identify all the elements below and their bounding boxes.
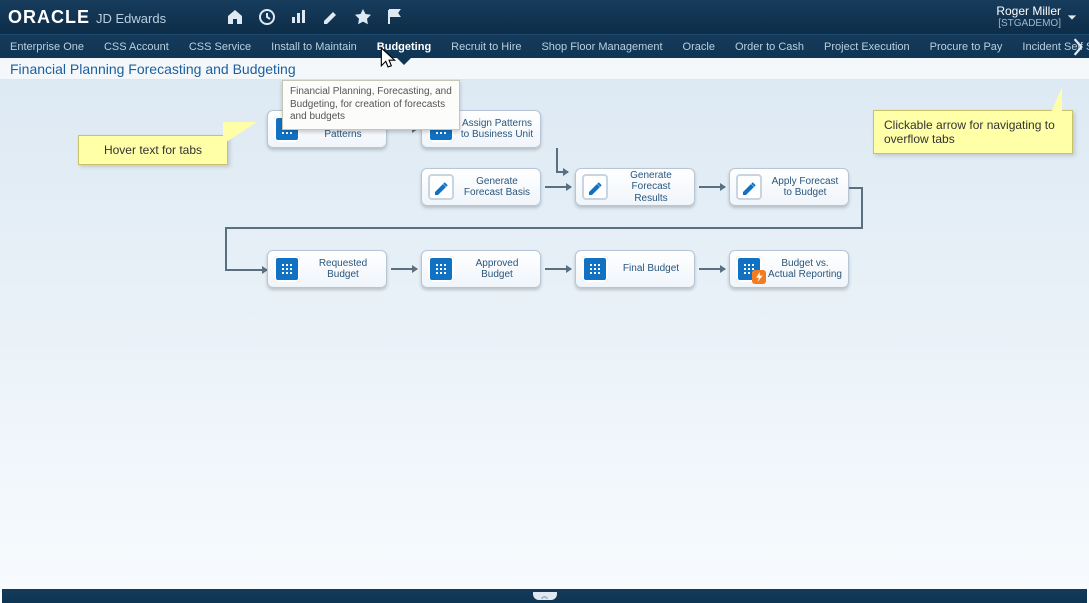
- tab-order-to-cash[interactable]: Order to Cash: [725, 35, 814, 58]
- node-label: Budget vs. Actual Reporting: [768, 258, 842, 281]
- header-icon-row: [226, 8, 404, 26]
- star-icon[interactable]: [354, 8, 372, 26]
- node-budget-vs-actual[interactable]: Budget vs. Actual Reporting: [729, 250, 849, 288]
- arrow-icon: [545, 268, 571, 270]
- user-menu[interactable]: Roger Miller [STGADEMO]: [996, 5, 1081, 29]
- nav-tabs: Enterprise OneCSS AccountCSS ServiceInst…: [0, 34, 1089, 58]
- callout-hover-text: Hover text for tabs: [78, 135, 228, 165]
- node-requested-budget[interactable]: Requested Budget: [267, 250, 387, 288]
- page-title-bar: Financial Planning Forecasting and Budge…: [0, 58, 1089, 80]
- process-row-2: Generate Forecast Basis Generate Forecas…: [421, 168, 849, 206]
- tab-enterprise-one[interactable]: Enterprise One: [0, 35, 94, 58]
- grid-icon: [428, 256, 454, 282]
- grid-icon: [274, 256, 300, 282]
- pencil-icon: [582, 174, 608, 200]
- tab-css-service[interactable]: CSS Service: [179, 35, 261, 58]
- caret-down-icon: [1067, 14, 1077, 21]
- process-canvas: Financial Planning, Forecasting, and Bud…: [0, 80, 1089, 589]
- arrow-icon: [391, 268, 417, 270]
- bolt-icon: [752, 270, 766, 284]
- edit-icon[interactable]: [322, 8, 340, 26]
- pencil-icon: [736, 174, 762, 200]
- node-generate-forecast-results[interactable]: Generate Forecast Results: [575, 168, 695, 206]
- node-final-budget[interactable]: Final Budget: [575, 250, 695, 288]
- tab-recruit-to-hire[interactable]: Recruit to Hire: [441, 35, 531, 58]
- page-title: Financial Planning Forecasting and Budge…: [10, 61, 296, 77]
- connector-line: [861, 187, 863, 229]
- node-label: Generate Forecast Basis: [460, 176, 534, 199]
- connector-line: [225, 227, 863, 229]
- user-name: Roger Miller: [996, 4, 1061, 18]
- brand-sub: JD Edwards: [96, 11, 166, 26]
- connector-line: [225, 227, 227, 269]
- tab-budgeting[interactable]: Budgeting: [367, 35, 441, 58]
- tab-shop-floor-management[interactable]: Shop Floor Management: [531, 35, 672, 58]
- expand-handle[interactable]: ︽: [533, 592, 557, 600]
- node-apply-forecast-budget[interactable]: Apply Forecast to Budget: [729, 168, 849, 206]
- tab-procure-to-pay[interactable]: Procure to Pay: [920, 35, 1013, 58]
- node-approved-budget[interactable]: Approved Budget: [421, 250, 541, 288]
- footer-bar: ︽: [2, 589, 1087, 603]
- arrow-icon: [545, 186, 571, 188]
- pencil-icon: [428, 174, 454, 200]
- arrow-icon: [699, 268, 725, 270]
- connector-line: [225, 269, 267, 271]
- node-generate-forecast-basis[interactable]: Generate Forecast Basis: [421, 168, 541, 206]
- tab-tooltip: Financial Planning, Forecasting, and Bud…: [282, 80, 460, 130]
- node-label: Assign Patterns to Business Unit: [460, 118, 534, 141]
- tab-project-execution[interactable]: Project Execution: [814, 35, 920, 58]
- node-label: Apply Forecast to Budget: [768, 176, 842, 199]
- tab-oracle[interactable]: Oracle: [673, 35, 725, 58]
- brand: ORACLE JD Edwards: [8, 7, 166, 28]
- arrow-icon: [699, 186, 725, 188]
- callout-overflow-arrow: Clickable arrow for navigating to overfl…: [873, 110, 1073, 154]
- node-label: Generate Forecast Results: [614, 170, 688, 205]
- brand-name: ORACLE: [8, 7, 90, 28]
- user-role: [STGADEMO]: [996, 18, 1061, 29]
- header-bar: ORACLE JD Edwards Roger Miller [STGADEMO…: [0, 0, 1089, 34]
- node-label: Approved Budget: [460, 258, 534, 281]
- tab-css-account[interactable]: CSS Account: [94, 35, 179, 58]
- flag-icon[interactable]: [386, 8, 404, 26]
- node-label: Final Budget: [614, 263, 688, 275]
- overflow-arrow[interactable]: [1071, 38, 1085, 56]
- node-label: Requested Budget: [306, 258, 380, 281]
- process-row-3: Requested Budget Approved Budget Final B…: [267, 250, 849, 288]
- tab-install-to-maintain[interactable]: Install to Maintain: [261, 35, 367, 58]
- clock-icon[interactable]: [258, 8, 276, 26]
- connector-line: [849, 187, 861, 189]
- home-icon[interactable]: [226, 8, 244, 26]
- chart-icon[interactable]: [290, 8, 308, 26]
- grid-icon: [582, 256, 608, 282]
